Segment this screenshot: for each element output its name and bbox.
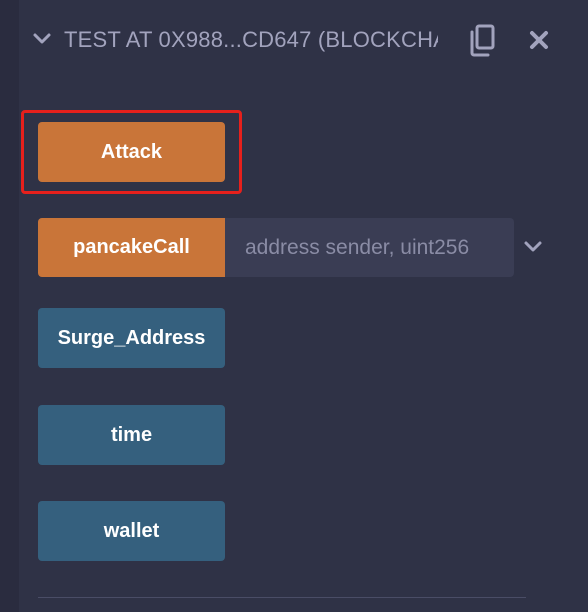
- wallet-button[interactable]: wallet: [38, 501, 225, 561]
- attack-button[interactable]: Attack: [38, 122, 225, 182]
- pancake-call-button[interactable]: pancakeCall: [38, 218, 225, 277]
- page: TEST AT 0X988...CD647 (BLOCKCHAIN) Attac…: [0, 0, 588, 612]
- chevron-down-icon[interactable]: [31, 28, 53, 50]
- divider: [38, 597, 526, 598]
- pancake-call-params-input[interactable]: [225, 218, 514, 277]
- time-button[interactable]: time: [38, 405, 225, 465]
- contract-instance-panel: TEST AT 0X988...CD647 (BLOCKCHAIN) Attac…: [19, 0, 588, 612]
- instance-header: TEST AT 0X988...CD647 (BLOCKCHAIN): [19, 0, 588, 78]
- instance-title[interactable]: TEST AT 0X988...CD647 (BLOCKCHAIN): [64, 24, 438, 56]
- close-icon[interactable]: [527, 28, 551, 52]
- copy-icon[interactable]: [465, 22, 499, 58]
- chevron-down-icon[interactable]: [522, 236, 544, 258]
- surge-address-button[interactable]: Surge_Address: [38, 308, 225, 368]
